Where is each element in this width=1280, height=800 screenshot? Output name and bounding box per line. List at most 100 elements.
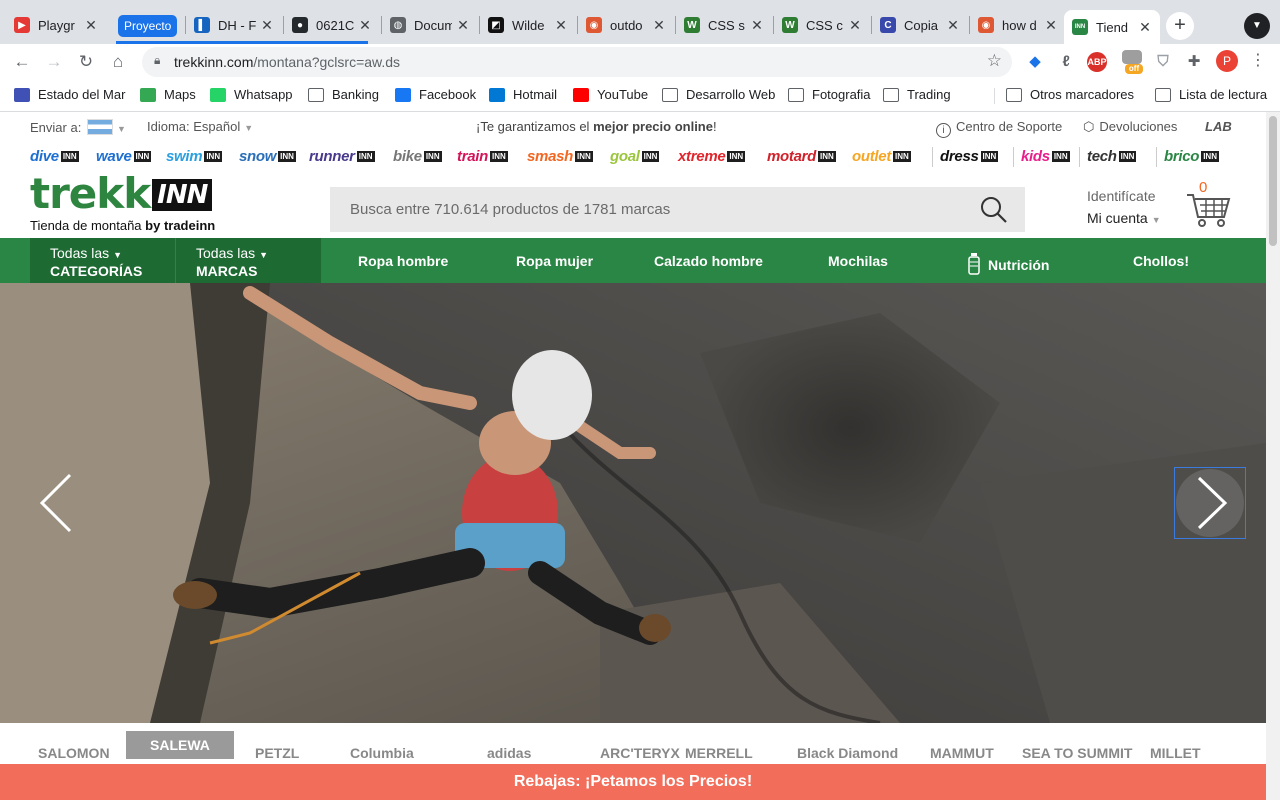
store-link-swim[interactable]: swim INN bbox=[166, 148, 223, 165]
nav-women-clothing[interactable]: Ropa mujer bbox=[516, 253, 593, 269]
store-link-kids[interactable]: kids INN bbox=[1021, 148, 1070, 165]
store-link-motard[interactable]: motard INN bbox=[767, 148, 836, 165]
all-categories-menu[interactable]: Todas las ▼ CATEGORÍAS bbox=[30, 238, 175, 283]
store-link-outlet[interactable]: outlet INN bbox=[852, 148, 911, 165]
browser-tab[interactable]: ▌ DH - F ✕ bbox=[186, 10, 282, 40]
puzzle-extensions-icon[interactable]: ✚ bbox=[1184, 52, 1204, 72]
brand-logo[interactable]: Columbia bbox=[350, 745, 414, 761]
browser-tab[interactable]: ◍ Docum ✕ bbox=[382, 10, 478, 40]
ship-to-selector[interactable]: Enviar a: ▼ bbox=[30, 119, 126, 135]
tab-group-chip[interactable]: Proyecto bbox=[118, 15, 178, 37]
bookmark-item[interactable]: Estado del Mar bbox=[14, 87, 125, 102]
brand-logo[interactable]: ARC'TERYX bbox=[600, 745, 680, 761]
tab-close-icon[interactable]: ✕ bbox=[848, 17, 862, 34]
adblock-extension-icon[interactable]: ABP bbox=[1087, 52, 1107, 72]
tab-close-icon[interactable]: ✕ bbox=[358, 17, 372, 34]
tab-close-icon[interactable]: ✕ bbox=[652, 17, 666, 34]
home-button[interactable]: ⌂ bbox=[106, 50, 130, 74]
store-link-xtreme[interactable]: xtreme INN bbox=[678, 148, 746, 165]
tab-close-icon[interactable]: ✕ bbox=[750, 17, 764, 34]
tab-close-icon[interactable]: ✕ bbox=[456, 17, 470, 34]
tab-search-button[interactable]: ▼ bbox=[1244, 13, 1270, 39]
bookmark-item[interactable]: Facebook bbox=[395, 87, 476, 102]
reading-list-button[interactable]: Lista de lectura bbox=[1155, 87, 1267, 102]
bookmark-item[interactable]: Trading bbox=[883, 87, 951, 102]
page-scrollbar[interactable] bbox=[1266, 112, 1280, 800]
brand-logo[interactable]: MAMMUT bbox=[930, 745, 994, 761]
carousel-prev-arrow-icon[interactable] bbox=[36, 473, 76, 533]
brand-logo[interactable]: PETZL bbox=[255, 745, 299, 761]
tab-close-icon[interactable]: ✕ bbox=[946, 17, 960, 34]
sale-promo-banner[interactable]: Rebajas: ¡Petamos los Precios! bbox=[0, 764, 1266, 800]
store-link-dress[interactable]: dress INN bbox=[940, 148, 999, 165]
back-button[interactable]: ← bbox=[10, 50, 34, 74]
nav-men-footwear[interactable]: Calzado hombre bbox=[654, 253, 763, 269]
nav-backpacks[interactable]: Mochilas bbox=[828, 253, 888, 269]
support-center-link[interactable]: i Centro de Soporte bbox=[936, 119, 1062, 138]
store-link-goal[interactable]: goal INN bbox=[610, 148, 660, 165]
vpn-extension-icon[interactable]: ◆ bbox=[1025, 52, 1045, 72]
search-input[interactable] bbox=[330, 187, 970, 232]
nav-deals[interactable]: Chollos! bbox=[1133, 253, 1189, 269]
hero-banner-climber[interactable] bbox=[0, 283, 1266, 723]
extension-icon[interactable] bbox=[1122, 50, 1142, 64]
store-link-smash[interactable]: smash INN bbox=[527, 148, 593, 165]
lab-link[interactable]: LAB bbox=[1205, 119, 1232, 134]
search-icon[interactable] bbox=[979, 195, 1009, 225]
store-link-snow[interactable]: snow INN bbox=[239, 148, 296, 165]
carousel-next-button[interactable] bbox=[1174, 467, 1246, 539]
bookmark-item[interactable]: YouTube bbox=[573, 87, 648, 102]
browser-menu-icon[interactable]: ⋮ bbox=[1250, 50, 1266, 70]
store-link-wave[interactable]: wave INN bbox=[96, 148, 152, 165]
forward-button[interactable]: → bbox=[42, 50, 66, 74]
bookmark-item[interactable]: Fotografia bbox=[788, 87, 871, 102]
browser-tab[interactable]: ◉ outdo ✕ bbox=[578, 10, 674, 40]
bookmark-item[interactable]: Desarrollo Web bbox=[662, 87, 775, 102]
tab-close-icon[interactable]: ✕ bbox=[1044, 17, 1058, 34]
tab-close-icon[interactable]: ✕ bbox=[260, 17, 274, 34]
browser-tab[interactable]: W CSS s ✕ bbox=[676, 10, 772, 40]
profile-avatar[interactable]: P bbox=[1216, 50, 1238, 72]
browser-tab[interactable]: W CSS c ✕ bbox=[774, 10, 870, 40]
brand-logo[interactable]: adidas bbox=[487, 745, 531, 761]
trekkinn-logo[interactable]: trekk INN Tienda de montaña by tradeinn bbox=[30, 173, 215, 234]
browser-tab[interactable]: ◉ how d ✕ bbox=[970, 10, 1066, 40]
bookmark-item[interactable]: Whatsapp bbox=[210, 87, 293, 102]
store-link-brico[interactable]: brico INN bbox=[1164, 148, 1219, 165]
store-link-bike[interactable]: bike INN bbox=[393, 148, 442, 165]
tab-close-icon[interactable]: ✕ bbox=[554, 17, 568, 34]
tab-close-icon[interactable]: ✕ bbox=[84, 17, 98, 34]
language-selector[interactable]: Idioma: Español ▼ bbox=[147, 119, 253, 134]
brand-logo[interactable]: SALOMON bbox=[38, 745, 110, 761]
nav-nutrition[interactable]: Nutrición bbox=[968, 253, 1049, 275]
tab-close-icon[interactable]: ✕ bbox=[1138, 19, 1152, 36]
bookmark-item[interactable]: Maps bbox=[140, 87, 196, 102]
shield-extension-icon[interactable]: ⛉ bbox=[1153, 52, 1173, 72]
store-link-dive[interactable]: dive INN bbox=[30, 148, 79, 165]
brand-logo[interactable]: SALEWA bbox=[126, 731, 234, 759]
nav-men-clothing[interactable]: Ropa hombre bbox=[358, 253, 448, 269]
bookmark-item[interactable]: Banking bbox=[308, 87, 379, 102]
browser-tab[interactable]: ◩ Wilde ✕ bbox=[480, 10, 576, 40]
store-link-tech[interactable]: tech INN bbox=[1087, 148, 1137, 165]
browser-tab[interactable]: C Copia ✕ bbox=[872, 10, 968, 40]
pen-extension-icon[interactable]: ℓ bbox=[1056, 52, 1076, 72]
store-link-train[interactable]: train INN bbox=[457, 148, 508, 165]
returns-link[interactable]: ⬡ Devoluciones bbox=[1083, 119, 1177, 135]
cart-icon[interactable] bbox=[1184, 181, 1234, 231]
bookmark-item[interactable]: Hotmail bbox=[489, 87, 557, 102]
brand-logo[interactable]: Black Diamond bbox=[797, 745, 898, 761]
brand-logo[interactable]: MILLET bbox=[1150, 745, 1201, 761]
account-menu[interactable]: Identifícate Mi cuenta ▼ bbox=[1087, 188, 1161, 226]
other-bookmarks-folder[interactable]: Otros marcadores bbox=[1006, 87, 1134, 102]
brand-logo[interactable]: SEA TO SUMMIT bbox=[1022, 745, 1132, 761]
reload-button[interactable]: ↻ bbox=[74, 50, 98, 74]
all-brands-menu[interactable]: Todas las ▼ MARCAS bbox=[176, 238, 321, 283]
browser-tab[interactable]: INN Tiend ✕ bbox=[1064, 10, 1160, 44]
address-bar[interactable]: 🔒︎ trekkinn.com/montana?gclsrc=aw.ds ☆ bbox=[142, 47, 1012, 77]
store-link-runner[interactable]: runner INN bbox=[309, 148, 375, 165]
new-tab-button[interactable]: + bbox=[1166, 12, 1194, 40]
browser-tab[interactable]: ▶ Playgr ✕ bbox=[6, 10, 106, 40]
bookmark-star-icon[interactable]: ☆ bbox=[987, 51, 1002, 71]
scrollbar-thumb[interactable] bbox=[1269, 116, 1277, 246]
